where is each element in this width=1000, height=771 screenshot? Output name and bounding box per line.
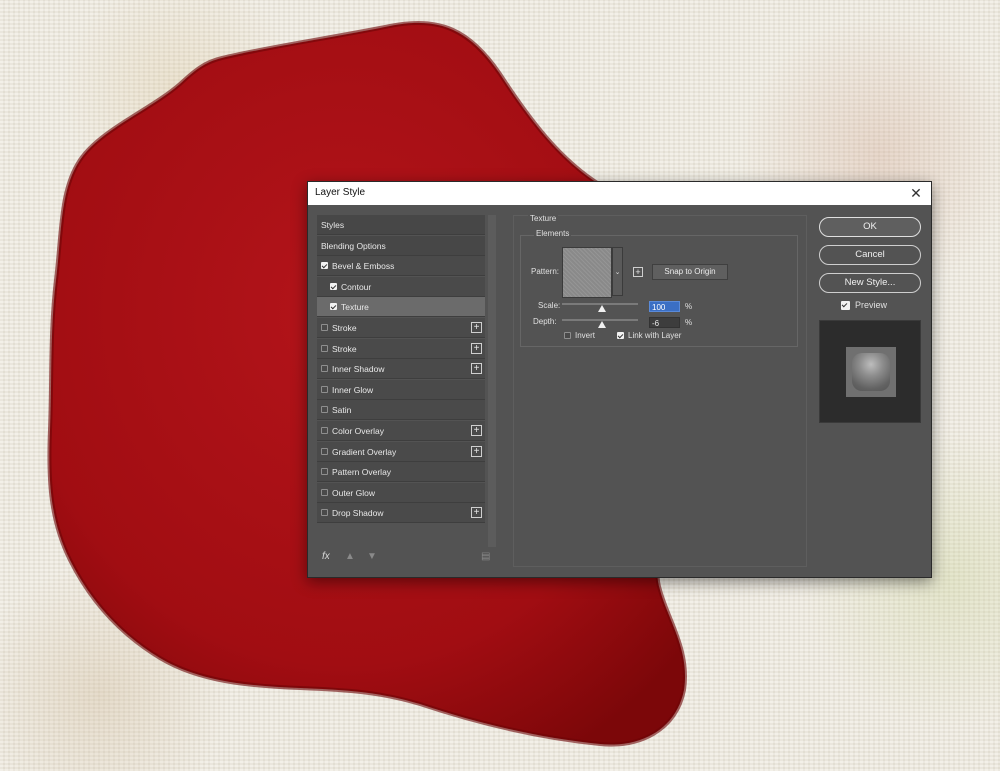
preview-checkbox[interactable] [841,301,850,310]
style-checkbox[interactable] [321,324,328,331]
style-item-contour[interactable]: Contour [317,276,485,297]
style-item-label: Stroke [332,323,357,333]
style-item-bevel-emboss[interactable]: Bevel & Emboss [317,256,485,277]
style-item-blending-options[interactable]: Blending Options [317,235,485,256]
scale-input[interactable]: 100 [649,301,680,312]
arrow-up-icon[interactable]: ▲ [345,551,355,562]
trash-icon[interactable]: ▤ [481,551,490,562]
dialog-titlebar[interactable]: Layer Style ✕ [308,182,931,205]
style-list-toolbar: fx ▲ ▼ ▤ [317,548,492,568]
style-item-label: Texture [341,302,369,313]
style-checkbox[interactable] [321,385,328,393]
style-checkbox[interactable] [321,262,328,270]
style-item-label: Satin [332,405,352,416]
style-item-satin[interactable]: Satin [317,400,485,421]
pattern-swatch[interactable] [562,247,612,298]
pattern-label: Pattern: [531,267,560,276]
link-with-layer-checkbox[interactable] [617,332,624,339]
style-item-label: Outer Glow [332,487,375,498]
layer-style-dialog: Layer Style ✕ Styles Blending Options Beve… [307,181,932,578]
close-icon[interactable]: ✕ [907,184,925,202]
depth-percent-sign: % [685,318,693,327]
style-item-label: Styles [321,220,345,230]
style-item-label: Stroke [332,343,357,354]
style-item-gradient-overlay[interactable]: Gradient Overlay + [317,441,485,462]
texture-section-title: Texture [528,214,559,223]
depth-slider-thumb[interactable] [598,321,606,328]
elements-group-title: Elements [534,229,572,238]
preview-shape [852,353,890,391]
style-list-scrollbar[interactable] [488,215,496,547]
style-item-label: Color Overlay [332,426,384,436]
style-item-label: Bevel & Emboss [332,261,395,272]
depth-input[interactable]: -6 [649,317,680,328]
style-item-label: Contour [341,281,372,292]
style-item-drop-shadow[interactable]: Drop Shadow + [317,503,485,524]
scale-percent-sign: % [685,302,693,311]
style-checkbox[interactable] [321,427,328,434]
ok-button[interactable]: OK [819,217,921,237]
style-checkbox[interactable] [321,365,328,373]
preview-thumbnail [846,347,896,397]
invert-checkbox[interactable] [564,332,571,339]
link-with-layer-label: Link with Layer [628,331,682,340]
style-item-texture[interactable]: Texture [317,297,485,318]
style-item-stroke[interactable]: Stroke + [317,338,485,359]
add-effect-plus-icon[interactable]: + [471,425,482,436]
new-style-button[interactable]: New Style... [819,273,921,293]
add-effect-plus-icon[interactable]: + [471,363,482,375]
style-item-stroke[interactable]: Stroke + [317,318,485,338]
style-item-pattern-overlay[interactable]: Pattern Overlay [317,462,485,483]
texture-panel: Texture Elements Pattern: ⌄ + Snap to Or… [513,214,807,567]
invert-label: Invert [575,331,596,340]
style-checkbox[interactable] [321,447,328,455]
style-item-label: Pattern Overlay [332,467,392,478]
new-preset-plus-icon[interactable]: + [633,267,643,277]
style-item-color-overlay[interactable]: Color Overlay + [317,421,485,441]
style-list: Styles Blending Options Bevel & Emboss Cont… [317,215,485,525]
style-item-label: Inner Glow [332,384,374,395]
style-checkbox[interactable] [321,509,328,517]
style-item-styles[interactable]: Styles [317,215,485,235]
style-checkbox[interactable] [321,344,328,352]
style-item-label: Inner Shadow [332,364,385,375]
add-effect-plus-icon[interactable]: + [471,445,482,457]
style-item-label: Blending Options [321,240,386,251]
style-item-label: Gradient Overlay [332,446,397,457]
style-preview [819,320,921,423]
arrow-down-icon[interactable]: ▼ [367,551,377,562]
style-item-inner-shadow[interactable]: Inner Shadow + [317,359,485,380]
style-checkbox[interactable] [321,406,328,414]
add-effect-plus-icon[interactable]: + [471,342,482,354]
style-checkbox[interactable] [321,468,328,476]
style-checkbox[interactable] [321,488,328,496]
scale-label: Scale: [538,301,561,310]
snap-to-origin-button[interactable]: Snap to Origin [652,264,728,280]
add-effect-plus-icon[interactable]: + [471,322,482,333]
preview-label: Preview [855,300,888,310]
scale-slider-thumb[interactable] [598,305,606,312]
dialog-title: Layer Style [315,187,366,198]
style-checkbox[interactable] [330,303,337,311]
cancel-button[interactable]: Cancel [819,245,921,265]
style-item-label: Drop Shadow [332,508,384,519]
style-checkbox[interactable] [330,282,337,290]
add-effect-plus-icon[interactable]: + [471,507,482,519]
style-item-inner-glow[interactable]: Inner Glow [317,379,485,400]
style-item-outer-glow[interactable]: Outer Glow [317,482,485,503]
depth-label: Depth: [533,317,557,326]
fx-button[interactable]: fx [322,551,330,562]
pattern-dropdown-chevron-down-icon[interactable]: ⌄ [612,247,623,296]
